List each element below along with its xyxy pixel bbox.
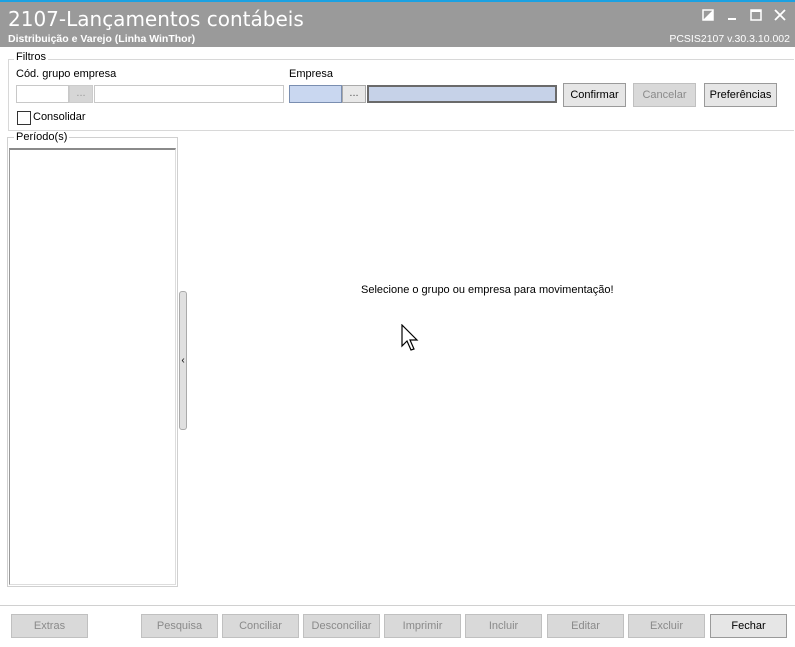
empresa-lookup-button[interactable]: ...: [342, 85, 366, 103]
restore-icon[interactable]: [699, 8, 717, 24]
cancel-button-label: Cancelar: [642, 89, 687, 101]
extras-button-label: Extras: [33, 620, 66, 632]
conciliar-button-label: Conciliar: [239, 620, 282, 632]
preferences-button-label: Preferências: [709, 89, 772, 101]
cod-grupo-input[interactable]: [16, 85, 69, 103]
fechar-button[interactable]: Fechar: [710, 614, 787, 638]
cancel-button[interactable]: Cancelar: [633, 83, 696, 107]
panel-collapse-handle[interactable]: ‹: [179, 291, 187, 430]
periodos-list[interactable]: [9, 148, 176, 585]
excluir-button[interactable]: Excluir: [628, 614, 705, 638]
extras-button[interactable]: Extras: [11, 614, 88, 638]
periodos-legend: Período(s): [14, 131, 70, 143]
window-controls: [699, 8, 789, 24]
minimize-icon[interactable]: [723, 8, 741, 24]
main-area: Filtros Cód. grupo empresa ... Empresa .…: [0, 47, 795, 646]
filters-legend: Filtros: [14, 51, 48, 63]
excluir-button-label: Excluir: [649, 620, 683, 632]
imprimir-button[interactable]: Imprimir: [384, 614, 461, 638]
desconciliar-button-label: Desconciliar: [311, 620, 372, 632]
status-message: Selecione o grupo ou empresa para movime…: [361, 284, 614, 296]
close-icon[interactable]: [771, 8, 789, 24]
desconciliar-button[interactable]: Desconciliar: [303, 614, 380, 638]
consolidar-label: Consolidar: [33, 111, 86, 123]
maximize-icon[interactable]: [747, 8, 765, 24]
preferences-button[interactable]: Preferências: [704, 83, 777, 107]
empresa-label: Empresa: [289, 68, 334, 80]
editar-button[interactable]: Editar: [547, 614, 624, 638]
version-label: PCSIS2107 v.30.3.10.002: [669, 33, 790, 45]
cod-grupo-description: [94, 85, 284, 103]
mouse-pointer-icon: [401, 323, 421, 355]
chevron-left-icon: ‹: [181, 355, 185, 366]
cod-grupo-lookup-button[interactable]: ...: [69, 85, 93, 103]
confirm-button-label: Confirmar: [570, 89, 619, 101]
fechar-button-label: Fechar: [731, 620, 766, 632]
consolidar-checkbox[interactable]: [17, 111, 31, 125]
confirm-button[interactable]: Confirmar: [563, 83, 626, 107]
window-subtitle: Distribuição e Varejo (Linha WinThor): [8, 33, 196, 45]
window-title: 2107-Lançamentos contábeis: [8, 7, 304, 31]
empresa-description: [367, 85, 557, 103]
title-bar: 2107-Lançamentos contábeis Distribuição …: [0, 0, 795, 47]
imprimir-button-label: Imprimir: [402, 620, 443, 632]
cod-grupo-label: Cód. grupo empresa: [16, 68, 117, 80]
incluir-button[interactable]: Incluir: [465, 614, 542, 638]
editar-button-label: Editar: [571, 620, 600, 632]
conciliar-button[interactable]: Conciliar: [222, 614, 299, 638]
empresa-input[interactable]: [289, 85, 342, 103]
incluir-button-label: Incluir: [488, 620, 519, 632]
pesquisa-button[interactable]: Pesquisa: [141, 614, 218, 638]
pesquisa-button-label: Pesquisa: [156, 620, 203, 632]
